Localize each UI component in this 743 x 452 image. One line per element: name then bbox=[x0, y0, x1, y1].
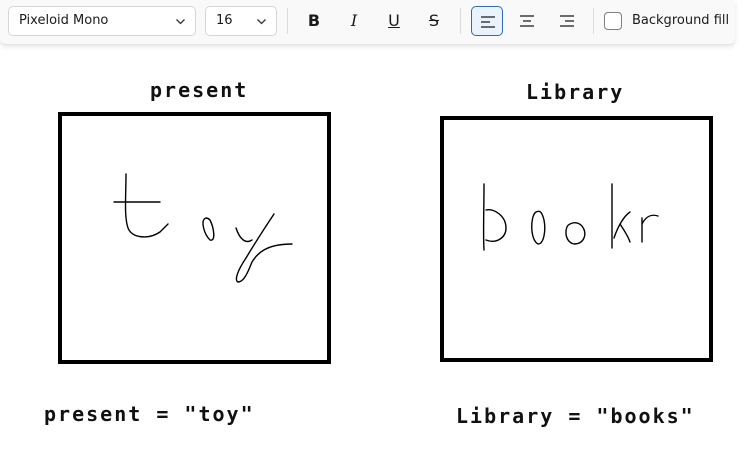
font-family-dropdown[interactable]: Pixeloid Mono bbox=[8, 6, 196, 36]
underline-button[interactable]: U bbox=[378, 6, 410, 36]
left-drawing-box[interactable] bbox=[58, 112, 331, 364]
underline-label: U bbox=[388, 11, 400, 30]
right-card-title: Library bbox=[526, 80, 625, 104]
left-card-caption: present = "toy" bbox=[44, 402, 255, 426]
align-center-button[interactable] bbox=[511, 6, 543, 36]
align-right-icon bbox=[560, 15, 574, 27]
italic-button[interactable]: I bbox=[338, 6, 370, 36]
strikethrough-button[interactable]: S bbox=[418, 6, 450, 36]
bold-button[interactable]: B bbox=[298, 6, 330, 36]
background-fill-label: Background fill bbox=[632, 13, 730, 28]
handwriting-books bbox=[482, 183, 659, 251]
left-card-title: present bbox=[150, 78, 249, 102]
toolbar-divider bbox=[460, 8, 461, 34]
chevron-down-icon bbox=[176, 19, 185, 25]
toolbar-divider bbox=[593, 8, 594, 34]
italic-label: I bbox=[350, 11, 358, 30]
strikethrough-label: S bbox=[428, 11, 440, 30]
bold-label: B bbox=[307, 11, 321, 30]
align-right-button[interactable] bbox=[551, 6, 583, 36]
font-size-value: 16 bbox=[216, 13, 233, 28]
right-card-caption: Library = "books" bbox=[456, 404, 695, 428]
formatting-toolbar: Pixeloid Mono 16 B I U S Background fill bbox=[0, 0, 735, 45]
align-left-button[interactable] bbox=[471, 6, 503, 36]
align-left-icon bbox=[481, 16, 495, 28]
align-center-icon bbox=[520, 15, 534, 27]
chevron-down-icon bbox=[257, 19, 266, 25]
handwriting-toy bbox=[113, 173, 293, 283]
background-fill-checkbox[interactable] bbox=[604, 12, 622, 30]
font-size-dropdown[interactable]: 16 bbox=[205, 6, 277, 36]
right-drawing-box[interactable] bbox=[440, 116, 713, 362]
font-family-value: Pixeloid Mono bbox=[19, 13, 109, 28]
toolbar-divider bbox=[287, 8, 288, 34]
